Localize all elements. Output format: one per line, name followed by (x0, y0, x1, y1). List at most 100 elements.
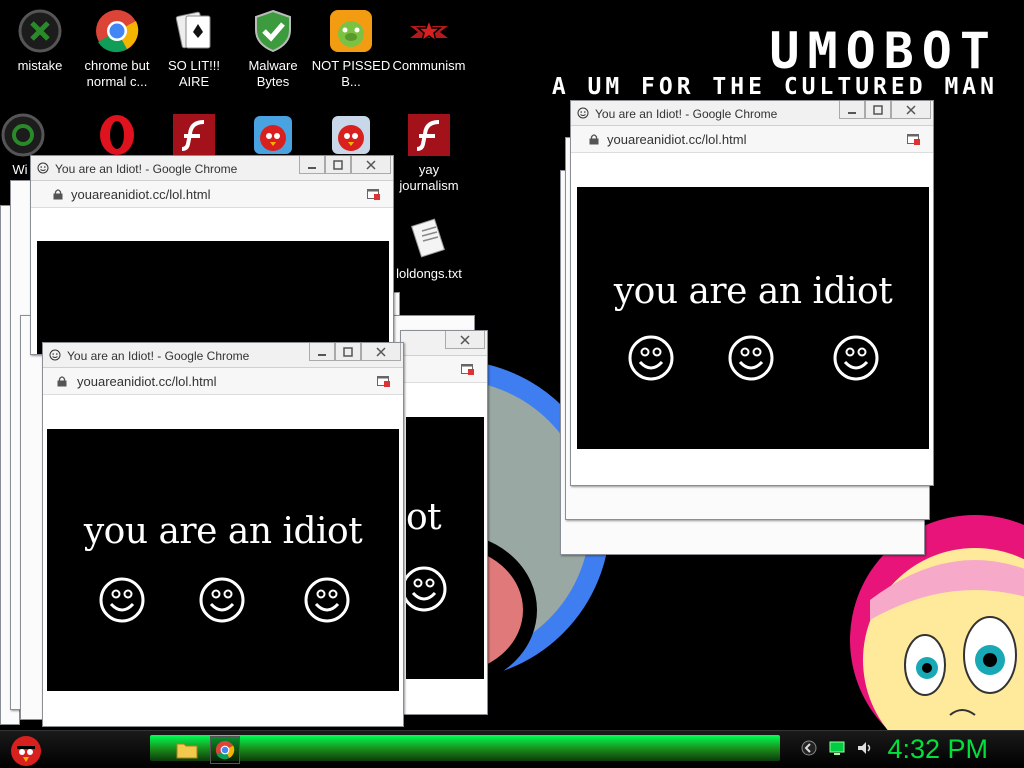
text-file-icon (411, 218, 445, 258)
desktop-icon-label: mistake (17, 58, 63, 73)
maximize-button[interactable] (865, 101, 891, 119)
idiot-message-fragment: ot (406, 497, 442, 538)
smiley-icon (99, 577, 145, 623)
minimize-icon (318, 353, 326, 356)
idiot-message: you are an idiot (613, 271, 893, 312)
flash-icon (173, 114, 215, 156)
wallpaper-subtitle: A UM FOR THE CULTURED MAN (551, 74, 998, 100)
address-bar[interactable]: youareanidiot.cc/lol.html (43, 368, 403, 395)
smiley-favicon-icon (37, 162, 49, 174)
window-controls (299, 156, 391, 174)
popup-blocked-icon[interactable] (367, 188, 381, 201)
desktop-icon-malwarebytes[interactable]: Malware Bytes (233, 8, 313, 90)
taskbar-clock[interactable]: 4:32 PM (887, 734, 988, 765)
close-button[interactable] (361, 343, 401, 361)
minimize-icon (308, 166, 316, 169)
smiley-favicon-icon (577, 107, 589, 119)
lock-icon (53, 189, 63, 200)
smiley-favicon-icon (49, 349, 61, 361)
taskbar-explorer-button[interactable] (172, 736, 202, 764)
close-icon (460, 334, 470, 345)
smiley-icon (728, 335, 774, 381)
desktop-icon-mistake[interactable]: mistake (0, 8, 80, 74)
recycle-bin-icon (1, 113, 45, 157)
idiot-message: you are an idiot (83, 511, 363, 552)
url-text: youareanidiot.cc/lol.html (77, 374, 217, 389)
close-icon (906, 104, 916, 115)
chrome-icon (96, 10, 139, 53)
taskbar-green-bar (150, 735, 780, 761)
close-button[interactable] (351, 156, 391, 174)
wallpaper-title: UMOBOT (769, 22, 998, 80)
window-titlebar[interactable]: You are an Idiot! - Google Chrome (43, 343, 403, 368)
window-titlebar[interactable]: You are an Idiot! - Google Chrome (31, 156, 393, 181)
popup-window-right[interactable]: You are an Idiot! - Google Chrome youare… (570, 100, 934, 486)
system-tray (800, 739, 874, 757)
page-content: you are an idiot (577, 187, 929, 449)
desktop-icon-loldongs[interactable]: loldongs.txt (389, 216, 469, 282)
desktop-icon-yay-journalism[interactable]: yay journalism (389, 112, 469, 194)
window-titlebar[interactable]: You are an Idiot! - Google Chrome (571, 101, 933, 126)
maximize-button[interactable] (335, 343, 361, 361)
volume-icon[interactable] (856, 739, 874, 757)
address-bar[interactable]: youareanidiot.cc/lol.html (31, 181, 393, 208)
smiley-icon (628, 335, 674, 381)
window-titlebar[interactable] (401, 331, 487, 356)
recycle-bin-full-icon (18, 9, 62, 53)
window-title: You are an Idiot! - Google Chrome (55, 162, 238, 176)
chrome-icon (215, 740, 235, 760)
window-controls (309, 343, 401, 361)
popup-blocked-icon[interactable] (907, 133, 921, 146)
close-icon (376, 346, 386, 357)
smiley-icon (199, 577, 245, 623)
address-bar[interactable] (401, 356, 487, 383)
page-content: you are an idiot (47, 429, 399, 691)
start-button[interactable] (6, 731, 46, 768)
desktop-icon-label: chrome but normal c... (84, 58, 150, 89)
desktop-icon-label: Communism (392, 58, 466, 73)
lock-icon (589, 134, 599, 145)
popup-window-upper-left[interactable]: You are an Idiot! - Google Chrome youare… (30, 155, 394, 355)
maximize-button[interactable] (325, 156, 351, 174)
popup-window-partial[interactable]: ot (400, 330, 488, 715)
smiley-icon (401, 566, 447, 612)
taskbar: 4:32 PM (0, 730, 1024, 768)
minimize-button[interactable] (839, 101, 865, 119)
popup-blocked-icon[interactable] (461, 363, 475, 376)
desktop-icon-not-pissed[interactable]: NOT PISSED B... (311, 8, 391, 90)
desktop-icon-solitaire[interactable]: SO LIT!!! AIRE (154, 8, 234, 90)
url-text: youareanidiot.cc/lol.html (71, 187, 211, 202)
minimize-button[interactable] (309, 343, 335, 361)
desktop-icon-label: SO LIT!!! AIRE (167, 58, 220, 89)
tray-chevron-icon[interactable] (800, 739, 818, 757)
angry-bird-icon (332, 116, 370, 154)
desktop-icon-label: Malware Bytes (248, 58, 298, 89)
window-controls (839, 101, 931, 119)
desktop-icon-label: loldongs.txt (396, 266, 462, 281)
desktop-icon-label: yay journalism (399, 162, 459, 193)
desktop-icon-label: NOT PISSED B... (311, 58, 391, 89)
shield-check-icon (255, 9, 291, 53)
popup-window-front-left[interactable]: You are an Idiot! - Google Chrome youare… (42, 342, 404, 727)
popup-blocked-icon[interactable] (377, 375, 391, 388)
red-star-flag-icon (410, 17, 448, 43)
desktop-icon-communism[interactable]: Communism (389, 8, 469, 74)
smiley-icon (833, 335, 879, 381)
folder-icon (176, 743, 198, 759)
close-button[interactable] (891, 101, 931, 119)
maximize-icon (873, 104, 883, 115)
desktop-icon-chrome[interactable]: chrome but normal c... (77, 8, 157, 90)
flash-icon (408, 114, 450, 156)
taskbar-chrome-button[interactable] (210, 736, 240, 764)
angry-bird-start-icon (11, 736, 41, 766)
address-bar[interactable]: youareanidiot.cc/lol.html (571, 126, 933, 153)
window-title: You are an Idiot! - Google Chrome (67, 349, 250, 363)
network-icon[interactable] (828, 739, 846, 757)
url-text: youareanidiot.cc/lol.html (607, 132, 747, 147)
maximize-icon (343, 346, 353, 357)
minimize-button[interactable] (299, 156, 325, 174)
close-button[interactable] (445, 331, 485, 349)
close-icon (366, 159, 376, 170)
lock-icon (57, 376, 67, 387)
minimize-icon (848, 111, 856, 114)
